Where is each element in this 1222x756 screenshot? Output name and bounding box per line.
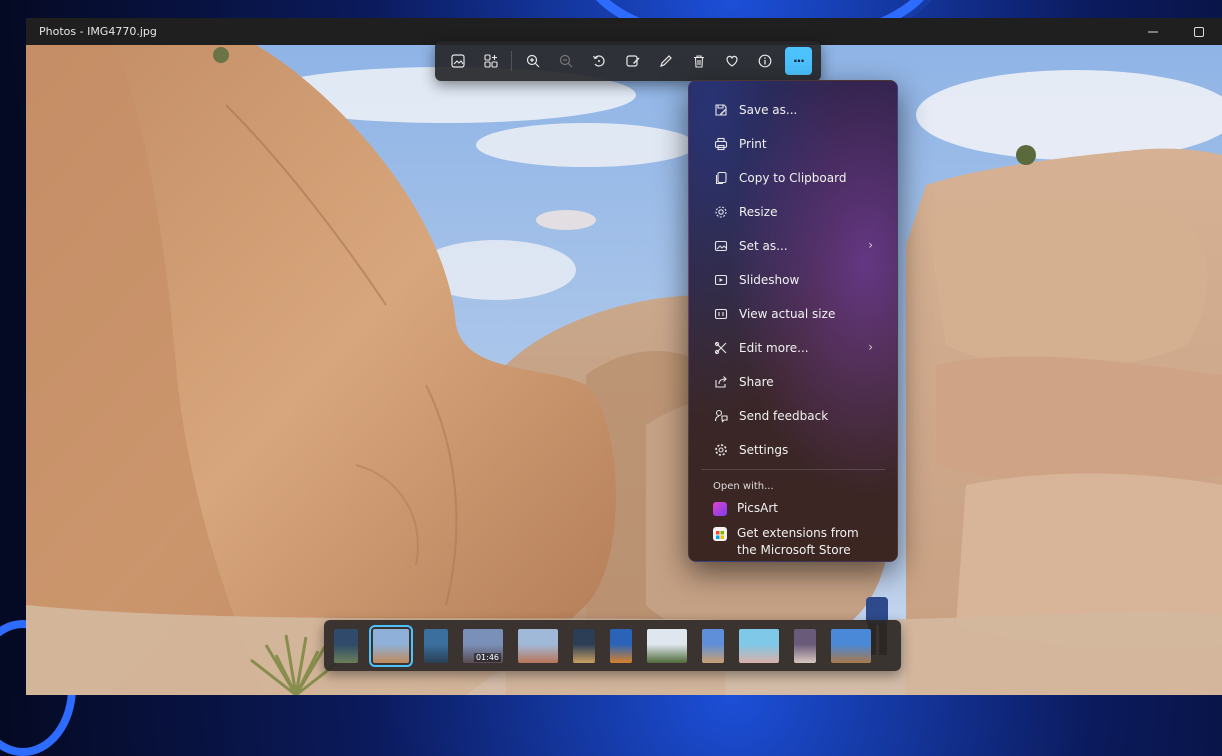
menu-item-copy[interactable]: Copy to Clipboard: [689, 161, 897, 195]
grid-add-icon: [484, 54, 498, 68]
edit-more-icon: [713, 340, 729, 356]
filmstrip-thumbnail[interactable]: [702, 628, 724, 663]
menu-item-actual-size[interactable]: View actual size: [689, 297, 897, 331]
edit-image-icon: [625, 55, 639, 67]
menu-item-print[interactable]: Print: [689, 127, 897, 161]
menu-item-settings[interactable]: Settings: [689, 433, 897, 467]
app-label: Get extensions from the Microsoft Store: [737, 526, 859, 557]
menu-item-label: Resize: [739, 205, 778, 219]
filmstrip-thumbnail[interactable]: [424, 628, 448, 663]
edit-image-button[interactable]: [619, 47, 646, 75]
filmstrip-thumbnail[interactable]: [794, 628, 816, 663]
image-icon: [450, 54, 465, 68]
rotate-icon: [593, 55, 605, 67]
file-info-button[interactable]: [752, 47, 779, 75]
info-icon: [758, 54, 772, 68]
feedback-icon: [713, 408, 729, 424]
set-as-icon: [713, 238, 729, 254]
open-with-picsart[interactable]: PicsArt: [689, 500, 897, 517]
filmstrip-thumbnail[interactable]: [369, 624, 413, 667]
draw-button[interactable]: [652, 47, 679, 75]
copy-icon: [713, 170, 729, 186]
filmstrip-thumbnail[interactable]: [831, 628, 871, 663]
app-label: PicsArt: [737, 501, 779, 515]
menu-item-label: Set as...: [739, 239, 788, 253]
view-button[interactable]: [444, 47, 471, 75]
photos-window: Photos - IMG4770.jpg: [26, 18, 1222, 695]
minimize-icon: [1148, 31, 1158, 32]
slideshow-icon: [713, 272, 729, 288]
menu-item-send-feedback[interactable]: Send feedback: [689, 399, 897, 433]
pen-icon: [659, 55, 672, 67]
zoom-out-icon: [560, 54, 573, 68]
menu-item-save-as[interactable]: Save as...: [689, 93, 897, 127]
add-button[interactable]: [477, 47, 504, 75]
photo-canvas[interactable]: [26, 45, 1222, 695]
menu-item-label: Slideshow: [739, 273, 800, 287]
actual-size-icon: [713, 306, 729, 322]
image-toolbar: ···: [435, 41, 821, 81]
delete-button[interactable]: [685, 47, 712, 75]
menu-item-label: Send feedback: [739, 409, 829, 423]
chevron-right-icon: ›: [868, 238, 873, 252]
menu-item-label: Print: [739, 137, 767, 151]
chevron-right-icon: ›: [868, 340, 873, 354]
get-extensions-store[interactable]: Get extensions from the Microsoft Store: [689, 525, 897, 559]
zoom-out-button[interactable]: [553, 47, 580, 75]
favorite-button[interactable]: [718, 47, 745, 75]
trash-icon: [693, 55, 704, 68]
zoom-in-button[interactable]: [519, 47, 546, 75]
menu-divider: [701, 469, 885, 470]
filmstrip-thumbnail[interactable]: [518, 628, 558, 663]
menu-item-resize[interactable]: Resize: [689, 195, 897, 229]
menu-item-edit-more[interactable]: Edit more... ›: [689, 331, 897, 365]
filmstrip-thumbnail[interactable]: [334, 628, 358, 663]
filmstrip-thumbnail[interactable]: [739, 628, 779, 663]
filmstrip-thumbnail[interactable]: [610, 628, 632, 663]
menu-item-label: Copy to Clipboard: [739, 171, 847, 185]
more-icon: ···: [793, 54, 805, 68]
menu-item-label: Share: [739, 375, 774, 389]
window-title: Photos - IMG4770.jpg: [39, 25, 157, 38]
resize-icon: [713, 204, 729, 220]
more-options-menu: Save as... Print Copy to Clipboard Resiz…: [688, 80, 898, 562]
picsart-icon: [713, 502, 727, 516]
maximize-button[interactable]: [1176, 18, 1222, 45]
video-duration: 01:46: [473, 652, 501, 662]
menu-item-share[interactable]: Share: [689, 365, 897, 399]
heart-icon: [726, 55, 738, 67]
filmstrip-thumbnail[interactable]: [647, 628, 687, 663]
window-controls: [1130, 18, 1222, 45]
save-as-icon: [713, 102, 729, 118]
print-icon: [713, 136, 729, 152]
filmstrip-thumbnail[interactable]: [573, 628, 595, 663]
zoom-in-icon: [526, 54, 540, 68]
open-with-header: Open with...: [713, 481, 774, 492]
minimize-button[interactable]: [1130, 18, 1176, 45]
store-icon: [713, 527, 727, 541]
menu-item-label: Settings: [739, 443, 789, 457]
menu-item-label: Save as...: [739, 103, 798, 117]
maximize-icon: [1194, 26, 1204, 37]
filmstrip: 01:46: [324, 620, 901, 671]
toolbar-divider: [511, 51, 513, 71]
share-icon: [713, 374, 729, 390]
more-options-button[interactable]: ···: [784, 47, 813, 75]
settings-icon: [713, 442, 729, 458]
menu-item-set-as[interactable]: Set as... ›: [689, 229, 897, 263]
menu-item-label: View actual size: [739, 307, 836, 321]
rotate-button[interactable]: [586, 47, 613, 75]
menu-item-slideshow[interactable]: Slideshow: [689, 263, 897, 297]
filmstrip-thumbnail[interactable]: 01:46: [463, 628, 503, 663]
menu-item-label: Edit more...: [739, 341, 809, 355]
